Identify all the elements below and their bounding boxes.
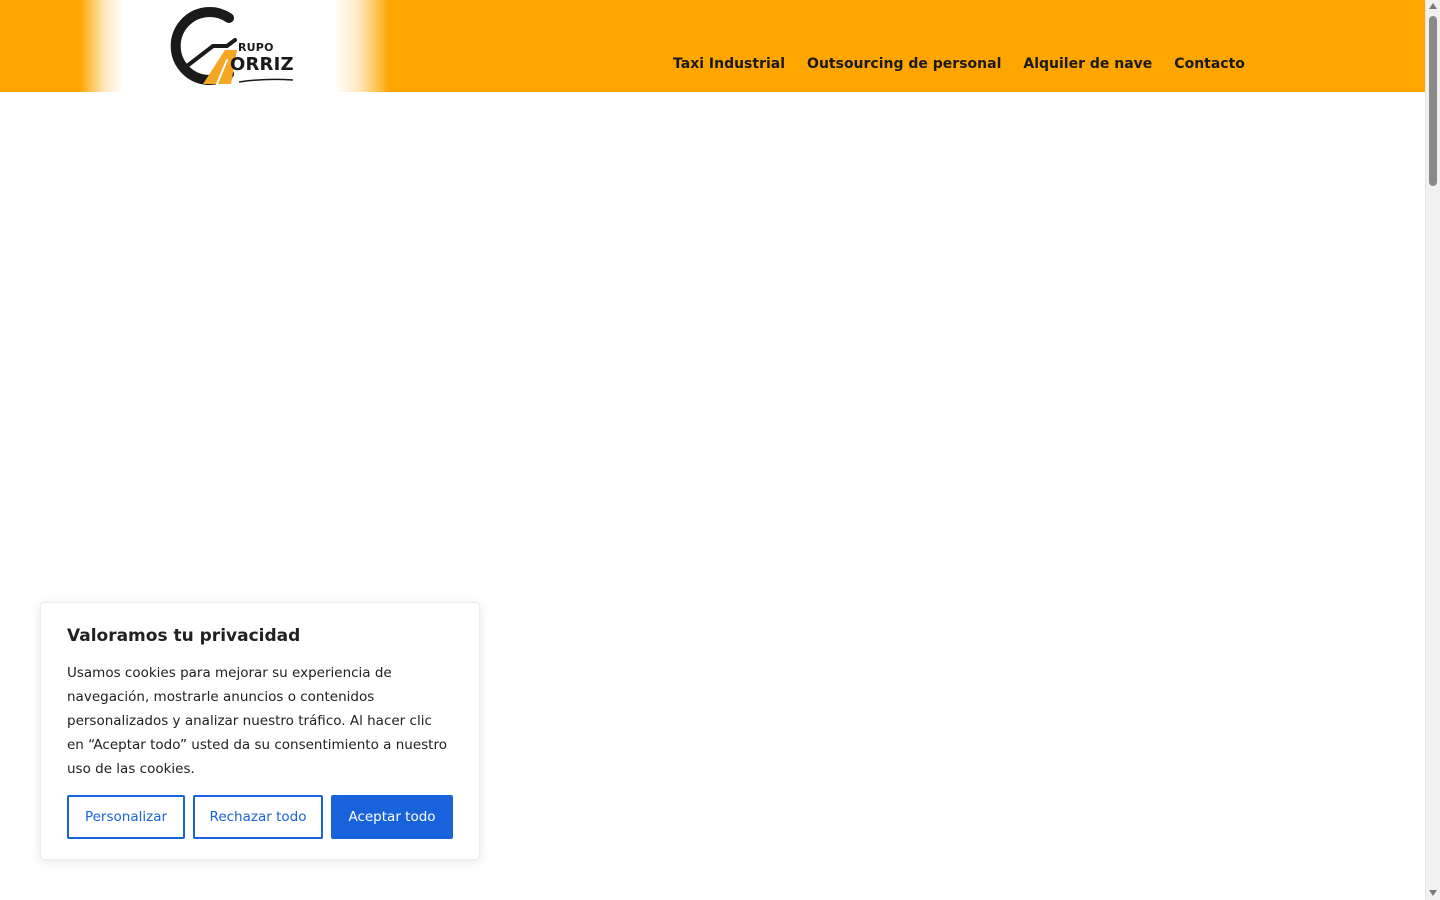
cookie-buttons: Personalizar Rechazar todo Aceptar todo — [67, 795, 453, 839]
reject-all-button[interactable]: Rechazar todo — [193, 795, 323, 839]
cookie-banner: Valoramos tu privacidad Usamos cookies p… — [40, 602, 480, 860]
page: RUPO ORRIZ Taxi Industrial Outsourcing d… — [0, 0, 1440, 900]
customize-button[interactable]: Personalizar — [67, 795, 185, 839]
scroll-down-icon[interactable] — [1429, 890, 1437, 896]
vertical-scrollbar[interactable] — [1425, 0, 1440, 900]
cookie-message: Usamos cookies para mejorar su experienc… — [67, 665, 447, 777]
logo-text-big: ORRIZ — [230, 54, 294, 75]
nav-item-outsourcing[interactable]: Outsourcing de personal — [807, 52, 1001, 76]
nav-item-taxi-industrial[interactable]: Taxi Industrial — [673, 52, 785, 76]
logo-link[interactable]: RUPO ORRIZ — [165, 6, 295, 86]
logo-text-small: RUPO — [238, 41, 274, 54]
site-header: RUPO ORRIZ Taxi Industrial Outsourcing d… — [0, 0, 1425, 92]
nav-item-contacto[interactable]: Contacto — [1174, 52, 1245, 76]
scroll-up-icon[interactable] — [1429, 3, 1437, 9]
cookie-title: Valoramos tu privacidad — [67, 626, 301, 646]
nav-item-alquiler-nave[interactable]: Alquiler de nave — [1023, 52, 1152, 76]
accept-all-button[interactable]: Aceptar todo — [331, 795, 453, 839]
main-nav: Taxi Industrial Outsourcing de personal … — [673, 52, 1245, 76]
scrollbar-thumb[interactable] — [1429, 16, 1437, 186]
